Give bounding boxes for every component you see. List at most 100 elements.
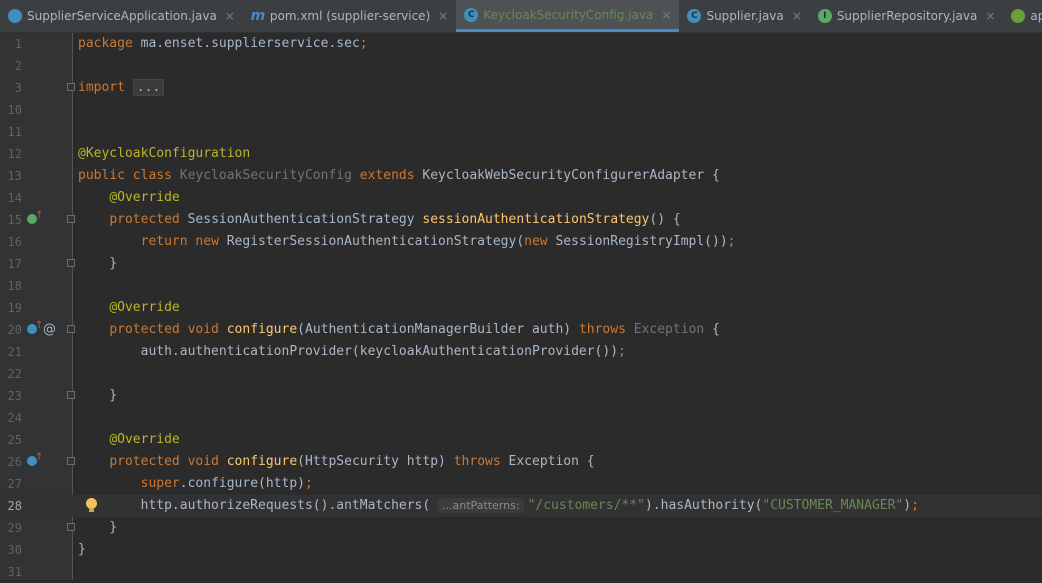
code-line[interactable]: 20 ↑ @ protected void configure(Authentica… xyxy=(0,319,1042,341)
code-text[interactable]: protected SessionAuthenticationStrategy … xyxy=(78,209,680,231)
close-tab-icon[interactable]: × xyxy=(985,9,995,23)
maven-icon: m xyxy=(250,8,266,24)
line-number: 1 xyxy=(14,37,22,51)
tab-3[interactable]: C Supplier.java × xyxy=(679,0,809,32)
code-text[interactable]: } xyxy=(78,517,117,539)
fold-toggle-icon[interactable] xyxy=(67,457,75,465)
line-number: 3 xyxy=(14,81,22,95)
code-line[interactable]: 2 xyxy=(0,55,1042,77)
code-line[interactable]: 3 import ... xyxy=(0,77,1042,99)
code-line[interactable]: 26 ↑ protected void configure(HttpSecurit… xyxy=(0,451,1042,473)
tab-label: SupplierServiceApplication.java xyxy=(27,9,217,23)
class-icon: C xyxy=(464,7,479,22)
code-line[interactable]: 16 return new RegisterSessionAuthenticat… xyxy=(0,231,1042,253)
code-line[interactable]: 30} xyxy=(0,539,1042,561)
editor-tab-bar: SupplierServiceApplication.java × m pom.xml… xyxy=(0,0,1042,33)
code-line[interactable]: 15 ↑ protected SessionAuthenticationStrat… xyxy=(0,209,1042,231)
spring-leaf-icon xyxy=(1011,9,1026,23)
line-number: 17 xyxy=(7,257,22,271)
code-text[interactable]: } xyxy=(78,385,117,407)
code-line[interactable]: 25 @Override xyxy=(0,429,1042,451)
code-text[interactable]: } xyxy=(78,539,86,561)
run-class-icon xyxy=(8,9,22,23)
code-text[interactable]: protected void configure(HttpSecurity ht… xyxy=(78,451,594,473)
code-line[interactable]: 18 xyxy=(0,275,1042,297)
line-number: 11 xyxy=(7,125,22,139)
fold-toggle-icon[interactable] xyxy=(67,523,75,531)
tab-label: Supplier.java xyxy=(706,9,784,23)
code-text[interactable]: http.authorizeRequests().antMatchers( ..… xyxy=(78,495,919,517)
tab-1[interactable]: m pom.xml (supplier-service) × xyxy=(243,0,456,32)
code-text[interactable]: @Override xyxy=(78,297,179,319)
code-line[interactable]: 28 http.authorizeRequests().antMatchers(… xyxy=(0,495,1042,517)
line-number: 21 xyxy=(7,345,22,359)
code-text[interactable]: return new RegisterSessionAuthentication… xyxy=(78,231,736,253)
line-number: 12 xyxy=(7,147,22,161)
class-icon: C xyxy=(687,9,702,23)
fold-toggle-icon[interactable] xyxy=(67,391,75,399)
code-line[interactable]: 11 xyxy=(0,121,1042,143)
code-text[interactable]: @KeycloakConfiguration xyxy=(78,143,250,165)
code-line[interactable]: 14 @Override xyxy=(0,187,1042,209)
line-number: 23 xyxy=(7,389,22,403)
line-number: 27 xyxy=(7,477,22,491)
interface-icon: I xyxy=(817,9,832,23)
code-text[interactable]: } xyxy=(78,253,117,275)
tab-label: application.properties xyxy=(1030,9,1042,23)
code-editor[interactable]: 1 package ma.enset.supplierservice.sec; 2 3… xyxy=(0,33,1042,580)
code-text[interactable]: @Override xyxy=(78,187,179,209)
line-number: 20 xyxy=(7,323,22,337)
line-number: 10 xyxy=(7,103,22,117)
line-number: 28 xyxy=(7,499,22,513)
code-line[interactable]: 17 } xyxy=(0,253,1042,275)
annotation-gutter-icon[interactable]: @ xyxy=(43,319,56,341)
fold-toggle-icon[interactable] xyxy=(67,325,75,333)
tab-2[interactable]: C KeycloakSecurityConfig.java × xyxy=(456,0,680,32)
code-line[interactable]: 29 } xyxy=(0,517,1042,539)
close-tab-icon[interactable]: × xyxy=(225,9,235,23)
code-line[interactable]: 13 public class KeycloakSecurityConfig ex… xyxy=(0,165,1042,187)
code-text[interactable]: public class KeycloakSecurityConfig exte… xyxy=(78,165,720,187)
code-text[interactable]: super.configure(http); xyxy=(78,473,313,495)
line-number: 26 xyxy=(7,455,22,469)
close-tab-icon[interactable]: × xyxy=(661,8,671,22)
line-number: 15 xyxy=(7,213,22,227)
line-number: 18 xyxy=(7,279,22,293)
arrow-up-icon: ↑ xyxy=(35,210,44,221)
line-number: 29 xyxy=(7,521,22,535)
code-line[interactable]: 1 package ma.enset.supplierservice.sec; xyxy=(0,33,1042,55)
arrow-up-icon: ↑ xyxy=(35,452,44,463)
fold-toggle-icon[interactable] xyxy=(67,83,75,91)
code-text[interactable]: protected void configure(AuthenticationM… xyxy=(78,319,720,341)
code-text[interactable]: @Override xyxy=(78,429,179,451)
code-line[interactable]: 10 xyxy=(0,99,1042,121)
line-number: 19 xyxy=(7,301,22,315)
line-number: 14 xyxy=(7,191,22,205)
tab-0[interactable]: SupplierServiceApplication.java × xyxy=(0,0,243,32)
line-number: 2 xyxy=(14,59,22,73)
tab-label: SupplierRepository.java xyxy=(836,9,978,23)
line-number: 30 xyxy=(7,543,22,557)
fold-toggle-icon[interactable] xyxy=(67,259,75,267)
code-text[interactable]: auth.authenticationProvider(keycloakAuth… xyxy=(78,341,626,363)
close-tab-icon[interactable]: × xyxy=(438,9,448,23)
fold-toggle-icon[interactable] xyxy=(67,215,75,223)
code-line[interactable]: 24 xyxy=(0,407,1042,429)
code-line[interactable]: 22 xyxy=(0,363,1042,385)
tab-label: pom.xml (supplier-service) xyxy=(269,9,431,23)
code-text[interactable]: package ma.enset.supplierservice.sec; xyxy=(78,33,368,55)
code-text[interactable]: import ... xyxy=(78,77,165,99)
line-number: 22 xyxy=(7,367,22,381)
code-line[interactable]: 12 @KeycloakConfiguration xyxy=(0,143,1042,165)
close-tab-icon[interactable]: × xyxy=(792,9,802,23)
code-line[interactable]: 21 auth.authenticationProvider(keycloakA… xyxy=(0,341,1042,363)
line-number: 25 xyxy=(7,433,22,447)
code-line[interactable]: 19 @Override xyxy=(0,297,1042,319)
tab-5[interactable]: application.properties xyxy=(1003,0,1042,32)
code-line[interactable]: 27 super.configure(http); xyxy=(0,473,1042,495)
line-number: 24 xyxy=(7,411,22,425)
code-line[interactable]: 23 } xyxy=(0,385,1042,407)
line-number: 13 xyxy=(7,169,22,183)
tab-4[interactable]: I SupplierRepository.java × xyxy=(810,0,1004,32)
tab-label: KeycloakSecurityConfig.java xyxy=(483,7,654,22)
